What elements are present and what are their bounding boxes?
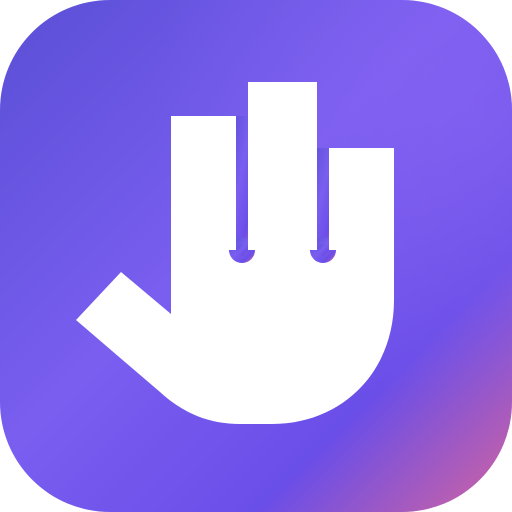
finger-gap-left-tip-inner bbox=[236, 244, 248, 256]
finger-gap-right-tip-inner bbox=[317, 244, 329, 256]
ring-finger-right-edge bbox=[329, 148, 336, 250]
app-icon[interactable] bbox=[0, 0, 512, 512]
app-icon-stage bbox=[0, 0, 512, 512]
middle-finger-right-edge bbox=[248, 82, 255, 250]
ring-finger-left-edge bbox=[310, 82, 317, 250]
middle-finger-left-edge bbox=[229, 116, 236, 250]
